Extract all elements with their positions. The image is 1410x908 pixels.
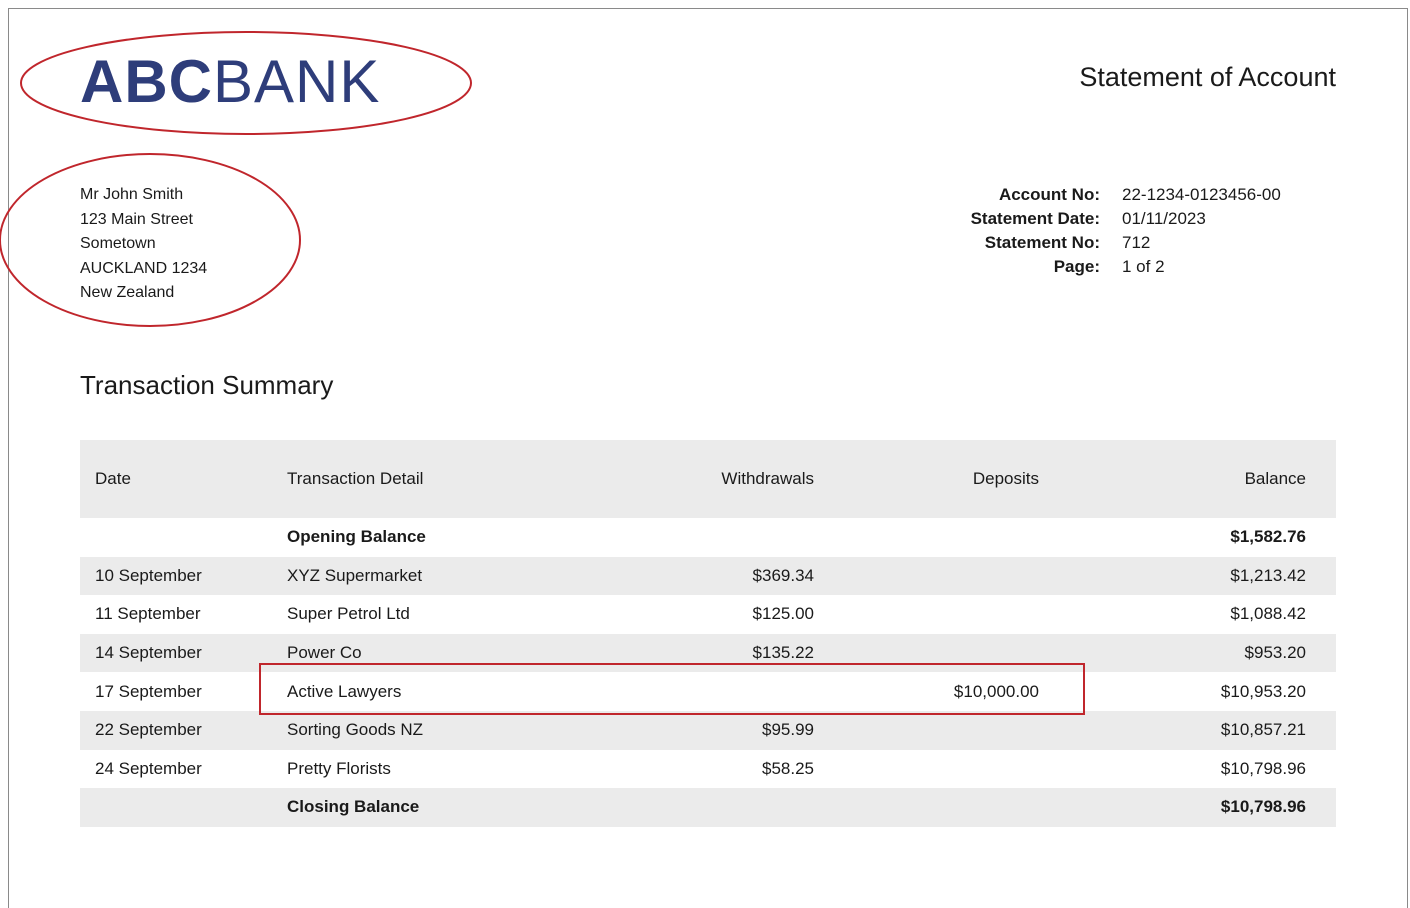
cell-detail: XYZ Supermarket bbox=[287, 565, 423, 585]
cell-balance: $1,582.76 bbox=[1230, 527, 1306, 547]
cell-withdrawals: $369.34 bbox=[752, 565, 814, 585]
statement-date-label: Statement Date: bbox=[970, 209, 1100, 228]
cell-detail: Pretty Florists bbox=[287, 758, 391, 778]
cell-date: 14 September bbox=[95, 643, 202, 663]
transaction-table: Date Transaction Detail Withdrawals Depo… bbox=[80, 440, 1336, 827]
section-title: Transaction Summary bbox=[80, 370, 334, 400]
header-detail: Transaction Detail bbox=[287, 469, 424, 488]
statement-date-row: Statement Date: 01/11/2023 bbox=[900, 207, 1281, 231]
cell-balance: $1,088.42 bbox=[1230, 604, 1306, 624]
table-row: 24 September Pretty Florists $58.25 $10,… bbox=[80, 750, 1336, 789]
cell-balance: $953.20 bbox=[1244, 643, 1306, 663]
table-row: 11 September Super Petrol Ltd $125.00 $1… bbox=[80, 595, 1336, 634]
cell-withdrawals: $95.99 bbox=[762, 720, 814, 740]
account-no-value: 22-1234-0123456-00 bbox=[1122, 185, 1281, 204]
page-label: Page: bbox=[1053, 257, 1100, 276]
header-balance: Balance bbox=[1244, 469, 1306, 488]
logo-annotation-circle bbox=[20, 31, 472, 135]
table-row: Closing Balance $10,798.96 bbox=[80, 788, 1336, 827]
statement-no-label: Statement No: bbox=[984, 233, 1100, 252]
statement-title: Statement of Account bbox=[1079, 62, 1336, 92]
account-no-label: Account No: bbox=[998, 185, 1100, 204]
statement-date-value: 01/11/2023 bbox=[1122, 209, 1206, 228]
deposit-highlight-box bbox=[259, 663, 1085, 715]
cell-detail: Sorting Goods NZ bbox=[287, 720, 424, 740]
cell-date: 24 September bbox=[95, 758, 202, 778]
page-row: Page: 1 of 2 bbox=[900, 255, 1281, 279]
header-withdrawals: Withdrawals bbox=[721, 469, 814, 488]
cell-withdrawals: $135.22 bbox=[752, 643, 814, 663]
cell-date: 11 September bbox=[95, 604, 201, 624]
cell-date: 17 September bbox=[95, 681, 202, 701]
address-annotation-circle bbox=[0, 153, 301, 327]
cell-balance: $10,798.96 bbox=[1220, 797, 1306, 817]
cell-detail: Power Co bbox=[287, 643, 362, 663]
cell-date: 22 September bbox=[95, 720, 202, 740]
cell-withdrawals: $58.25 bbox=[762, 758, 814, 778]
cell-date: 10 September bbox=[95, 565, 202, 585]
statement-no-value: 712 bbox=[1122, 233, 1151, 252]
table-row: 22 September Sorting Goods NZ $95.99 $10… bbox=[80, 710, 1336, 750]
cell-detail: Opening Balance bbox=[287, 527, 426, 547]
cell-balance: $1,213.42 bbox=[1230, 565, 1306, 585]
table-header: Date Transaction Detail Withdrawals Depo… bbox=[80, 440, 1336, 518]
cell-balance: $10,798.96 bbox=[1220, 758, 1306, 778]
account-details: Account No: 22-1234-0123456-00 Statement… bbox=[900, 183, 1281, 279]
cell-detail: Closing Balance bbox=[287, 797, 420, 817]
table-row: 10 September XYZ Supermarket $369.34 $1,… bbox=[80, 556, 1336, 596]
cell-balance: $10,857.21 bbox=[1220, 720, 1306, 740]
table-row: Opening Balance $1,582.76 bbox=[80, 518, 1336, 557]
cell-withdrawals: $125.00 bbox=[752, 604, 814, 624]
page-value: 1 of 2 bbox=[1122, 257, 1165, 276]
cell-detail: Super Petrol Ltd bbox=[287, 604, 410, 624]
header-deposits: Deposits bbox=[972, 469, 1039, 488]
statement-no-row: Statement No: 712 bbox=[900, 231, 1281, 255]
account-no-row: Account No: 22-1234-0123456-00 bbox=[900, 183, 1281, 207]
header-date: Date bbox=[95, 469, 131, 488]
